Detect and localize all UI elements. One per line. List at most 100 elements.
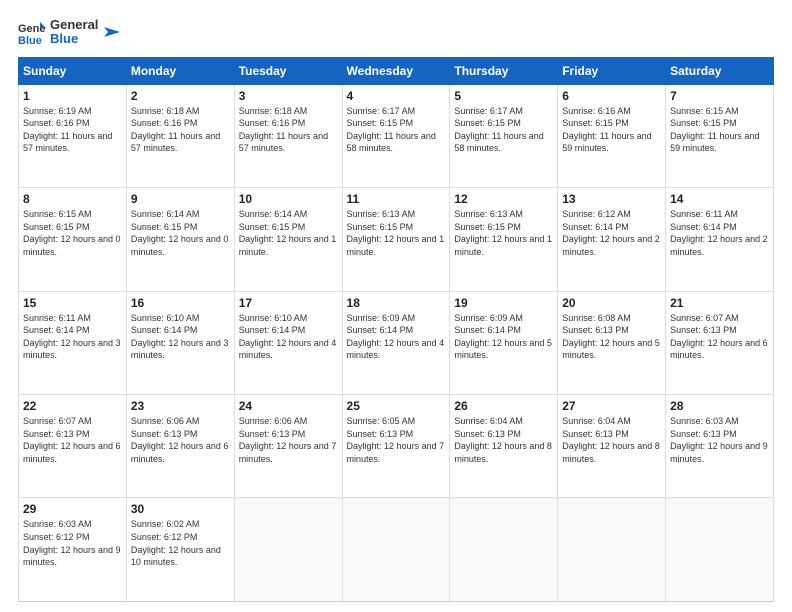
day-number-30: 30: [131, 502, 230, 516]
day-cell-8: 8 Sunrise: 6:15 AMSunset: 6:15 PMDayligh…: [19, 188, 127, 291]
day-cell-26: 26 Sunrise: 6:04 AMSunset: 6:13 PMDaylig…: [450, 395, 558, 498]
day-cell-5: 5 Sunrise: 6:17 AMSunset: 6:15 PMDayligh…: [450, 84, 558, 187]
day-number-22: 22: [23, 399, 122, 413]
day-cell-20: 20 Sunrise: 6:08 AMSunset: 6:13 PMDaylig…: [558, 291, 666, 394]
calendar-week-2: 8 Sunrise: 6:15 AMSunset: 6:15 PMDayligh…: [19, 188, 774, 291]
day-cell-2: 2 Sunrise: 6:18 AMSunset: 6:16 PMDayligh…: [126, 84, 234, 187]
day-info-24: Sunrise: 6:06 AMSunset: 6:13 PMDaylight:…: [239, 415, 338, 465]
day-cell-25: 25 Sunrise: 6:05 AMSunset: 6:13 PMDaylig…: [342, 395, 450, 498]
day-info-10: Sunrise: 6:14 AMSunset: 6:15 PMDaylight:…: [239, 208, 338, 258]
day-cell-23: 23 Sunrise: 6:06 AMSunset: 6:13 PMDaylig…: [126, 395, 234, 498]
day-number-25: 25: [347, 399, 446, 413]
day-info-1: Sunrise: 6:19 AMSunset: 6:16 PMDaylight:…: [23, 105, 122, 155]
day-number-27: 27: [562, 399, 661, 413]
day-number-8: 8: [23, 192, 122, 206]
calendar-week-5: 29 Sunrise: 6:03 AMSunset: 6:12 PMDaylig…: [19, 498, 774, 602]
logo-arrow-icon: [102, 23, 120, 41]
day-number-15: 15: [23, 296, 122, 310]
day-cell-14: 14 Sunrise: 6:11 AMSunset: 6:14 PMDaylig…: [666, 188, 774, 291]
empty-cell: [450, 498, 558, 602]
day-number-6: 6: [562, 89, 661, 103]
day-number-19: 19: [454, 296, 553, 310]
calendar-week-4: 22 Sunrise: 6:07 AMSunset: 6:13 PMDaylig…: [19, 395, 774, 498]
day-cell-28: 28 Sunrise: 6:03 AMSunset: 6:13 PMDaylig…: [666, 395, 774, 498]
day-info-12: Sunrise: 6:13 AMSunset: 6:15 PMDaylight:…: [454, 208, 553, 258]
day-cell-7: 7 Sunrise: 6:15 AMSunset: 6:15 PMDayligh…: [666, 84, 774, 187]
day-number-20: 20: [562, 296, 661, 310]
empty-cell: [666, 498, 774, 602]
day-info-9: Sunrise: 6:14 AMSunset: 6:15 PMDaylight:…: [131, 208, 230, 258]
day-cell-9: 9 Sunrise: 6:14 AMSunset: 6:15 PMDayligh…: [126, 188, 234, 291]
day-cell-6: 6 Sunrise: 6:16 AMSunset: 6:15 PMDayligh…: [558, 84, 666, 187]
day-number-12: 12: [454, 192, 553, 206]
day-number-10: 10: [239, 192, 338, 206]
logo-blue: Blue: [50, 32, 98, 46]
day-info-30: Sunrise: 6:02 AMSunset: 6:12 PMDaylight:…: [131, 518, 230, 568]
day-info-16: Sunrise: 6:10 AMSunset: 6:14 PMDaylight:…: [131, 312, 230, 362]
calendar-week-1: 1 Sunrise: 6:19 AMSunset: 6:16 PMDayligh…: [19, 84, 774, 187]
logo-icon: General Blue: [18, 18, 46, 46]
day-cell-19: 19 Sunrise: 6:09 AMSunset: 6:14 PMDaylig…: [450, 291, 558, 394]
day-number-28: 28: [670, 399, 769, 413]
day-info-23: Sunrise: 6:06 AMSunset: 6:13 PMDaylight:…: [131, 415, 230, 465]
day-info-22: Sunrise: 6:07 AMSunset: 6:13 PMDaylight:…: [23, 415, 122, 465]
day-number-4: 4: [347, 89, 446, 103]
day-number-17: 17: [239, 296, 338, 310]
day-number-2: 2: [131, 89, 230, 103]
col-wednesday: Wednesday: [342, 57, 450, 84]
day-info-11: Sunrise: 6:13 AMSunset: 6:15 PMDaylight:…: [347, 208, 446, 258]
day-info-6: Sunrise: 6:16 AMSunset: 6:15 PMDaylight:…: [562, 105, 661, 155]
day-cell-21: 21 Sunrise: 6:07 AMSunset: 6:13 PMDaylig…: [666, 291, 774, 394]
day-info-3: Sunrise: 6:18 AMSunset: 6:16 PMDaylight:…: [239, 105, 338, 155]
day-cell-10: 10 Sunrise: 6:14 AMSunset: 6:15 PMDaylig…: [234, 188, 342, 291]
day-info-25: Sunrise: 6:05 AMSunset: 6:13 PMDaylight:…: [347, 415, 446, 465]
day-info-17: Sunrise: 6:10 AMSunset: 6:14 PMDaylight:…: [239, 312, 338, 362]
day-number-23: 23: [131, 399, 230, 413]
day-info-28: Sunrise: 6:03 AMSunset: 6:13 PMDaylight:…: [670, 415, 769, 465]
day-cell-30: 30 Sunrise: 6:02 AMSunset: 6:12 PMDaylig…: [126, 498, 234, 602]
day-cell-15: 15 Sunrise: 6:11 AMSunset: 6:14 PMDaylig…: [19, 291, 127, 394]
day-number-21: 21: [670, 296, 769, 310]
svg-text:Blue: Blue: [18, 35, 42, 46]
day-number-16: 16: [131, 296, 230, 310]
day-info-14: Sunrise: 6:11 AMSunset: 6:14 PMDaylight:…: [670, 208, 769, 258]
day-cell-18: 18 Sunrise: 6:09 AMSunset: 6:14 PMDaylig…: [342, 291, 450, 394]
header: General Blue General Blue: [18, 18, 774, 47]
col-thursday: Thursday: [450, 57, 558, 84]
day-info-21: Sunrise: 6:07 AMSunset: 6:13 PMDaylight:…: [670, 312, 769, 362]
day-number-9: 9: [131, 192, 230, 206]
day-info-2: Sunrise: 6:18 AMSunset: 6:16 PMDaylight:…: [131, 105, 230, 155]
day-number-14: 14: [670, 192, 769, 206]
page: General Blue General Blue Sunday Monday …: [0, 0, 792, 612]
day-cell-16: 16 Sunrise: 6:10 AMSunset: 6:14 PMDaylig…: [126, 291, 234, 394]
day-number-1: 1: [23, 89, 122, 103]
day-number-26: 26: [454, 399, 553, 413]
day-cell-13: 13 Sunrise: 6:12 AMSunset: 6:14 PMDaylig…: [558, 188, 666, 291]
day-info-7: Sunrise: 6:15 AMSunset: 6:15 PMDaylight:…: [670, 105, 769, 155]
day-info-8: Sunrise: 6:15 AMSunset: 6:15 PMDaylight:…: [23, 208, 122, 258]
day-number-24: 24: [239, 399, 338, 413]
day-cell-3: 3 Sunrise: 6:18 AMSunset: 6:16 PMDayligh…: [234, 84, 342, 187]
day-info-18: Sunrise: 6:09 AMSunset: 6:14 PMDaylight:…: [347, 312, 446, 362]
logo-general: General: [50, 18, 98, 32]
day-cell-12: 12 Sunrise: 6:13 AMSunset: 6:15 PMDaylig…: [450, 188, 558, 291]
day-info-4: Sunrise: 6:17 AMSunset: 6:15 PMDaylight:…: [347, 105, 446, 155]
calendar-header-row: Sunday Monday Tuesday Wednesday Thursday…: [19, 57, 774, 84]
day-number-13: 13: [562, 192, 661, 206]
empty-cell: [234, 498, 342, 602]
day-cell-17: 17 Sunrise: 6:10 AMSunset: 6:14 PMDaylig…: [234, 291, 342, 394]
day-cell-1: 1 Sunrise: 6:19 AMSunset: 6:16 PMDayligh…: [19, 84, 127, 187]
day-info-29: Sunrise: 6:03 AMSunset: 6:12 PMDaylight:…: [23, 518, 122, 568]
day-cell-24: 24 Sunrise: 6:06 AMSunset: 6:13 PMDaylig…: [234, 395, 342, 498]
day-cell-27: 27 Sunrise: 6:04 AMSunset: 6:13 PMDaylig…: [558, 395, 666, 498]
day-number-18: 18: [347, 296, 446, 310]
day-info-20: Sunrise: 6:08 AMSunset: 6:13 PMDaylight:…: [562, 312, 661, 362]
calendar-week-3: 15 Sunrise: 6:11 AMSunset: 6:14 PMDaylig…: [19, 291, 774, 394]
calendar-table: Sunday Monday Tuesday Wednesday Thursday…: [18, 57, 774, 602]
day-info-19: Sunrise: 6:09 AMSunset: 6:14 PMDaylight:…: [454, 312, 553, 362]
day-cell-22: 22 Sunrise: 6:07 AMSunset: 6:13 PMDaylig…: [19, 395, 127, 498]
day-cell-11: 11 Sunrise: 6:13 AMSunset: 6:15 PMDaylig…: [342, 188, 450, 291]
col-friday: Friday: [558, 57, 666, 84]
day-number-29: 29: [23, 502, 122, 516]
day-info-5: Sunrise: 6:17 AMSunset: 6:15 PMDaylight:…: [454, 105, 553, 155]
